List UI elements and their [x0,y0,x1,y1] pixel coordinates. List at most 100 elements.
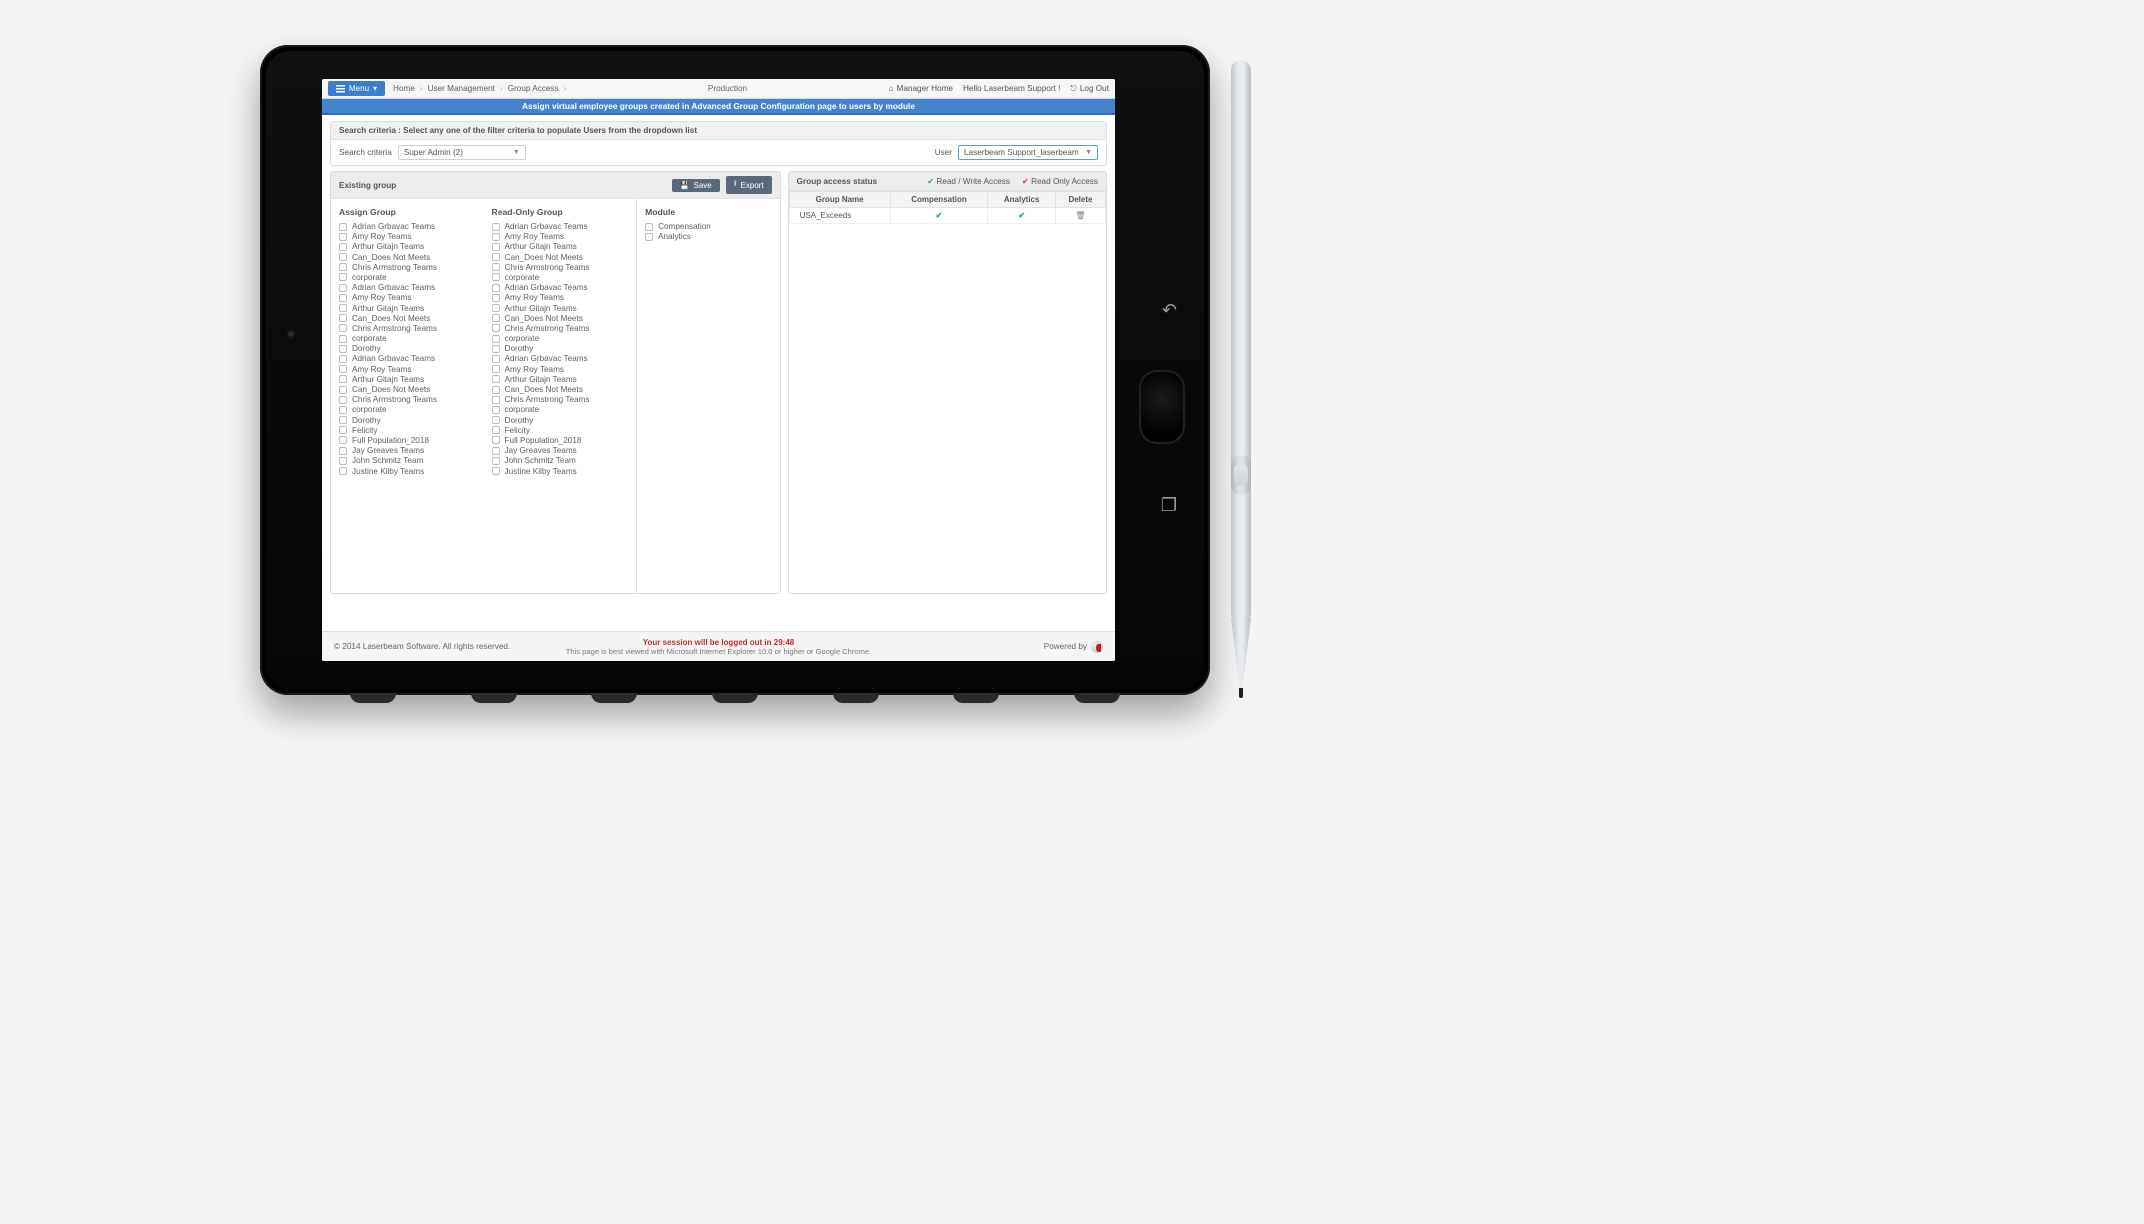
readonly-group-item[interactable]: Adrian Grbavac Teams [492,222,634,231]
search-criteria-select[interactable]: Super Admin (2) ▼ [398,145,526,160]
assign-group-item[interactable]: John Schmitz Team [339,456,481,465]
breadcrumb-group-access[interactable]: Group Access [508,84,559,93]
readonly-group-item[interactable]: Can_Does Not Meets [492,314,634,323]
checkbox-icon[interactable] [492,375,500,383]
readonly-group-item[interactable]: corporate [492,334,634,343]
checkbox-icon[interactable] [339,284,347,292]
checkbox-icon[interactable] [645,233,653,241]
checkbox-icon[interactable] [492,253,500,261]
menu-button[interactable]: Menu ▾ [328,81,385,96]
checkbox-icon[interactable] [339,345,347,353]
readonly-group-item[interactable]: Amy Roy Teams [492,293,634,302]
assign-group-item[interactable]: Arthur Gitajn Teams [339,304,481,313]
checkbox-icon[interactable] [492,304,500,312]
assign-group-item[interactable]: Dorothy [339,416,481,425]
assign-group-item[interactable]: Amy Roy Teams [339,365,481,374]
checkbox-icon[interactable] [645,223,653,231]
checkbox-icon[interactable] [492,467,500,475]
delete-icon[interactable]: 🗑 [1075,211,1085,220]
assign-group-item[interactable]: Chris Armstrong Teams [339,324,481,333]
checkbox-icon[interactable] [492,416,500,424]
readonly-group-item[interactable]: Chris Armstrong Teams [492,324,634,333]
assign-group-item[interactable]: Chris Armstrong Teams [339,263,481,272]
checkbox-icon[interactable] [339,396,347,404]
checkbox-icon[interactable] [339,355,347,363]
readonly-group-item[interactable]: Amy Roy Teams [492,232,634,241]
readonly-group-item[interactable]: Arthur Gitajn Teams [492,375,634,384]
readonly-group-item[interactable]: Chris Armstrong Teams [492,263,634,272]
checkbox-icon[interactable] [339,243,347,251]
checkbox-icon[interactable] [339,426,347,434]
assign-group-column[interactable]: Assign Group Adrian Grbavac TeamsAmy Roy… [331,199,484,591]
readonly-group-item[interactable]: Adrian Grbavac Teams [492,354,634,363]
checkbox-icon[interactable] [492,396,500,404]
save-button[interactable]: 💾 Save [672,179,720,192]
assign-group-item[interactable]: corporate [339,405,481,414]
assign-group-item[interactable]: Jay Greaves Teams [339,446,481,455]
readonly-group-item[interactable]: Arthur Gitajn Teams [492,242,634,251]
readonly-group-item[interactable]: Dorothy [492,344,634,353]
assign-group-item[interactable]: Amy Roy Teams [339,232,481,241]
checkbox-icon[interactable] [339,406,347,414]
readonly-group-item[interactable]: Dorothy [492,416,634,425]
breadcrumb-home[interactable]: Home [393,84,415,93]
checkbox-icon[interactable] [339,263,347,271]
assign-group-item[interactable]: Dorothy [339,344,481,353]
assign-group-item[interactable]: Can_Does Not Meets [339,314,481,323]
checkbox-icon[interactable] [339,447,347,455]
assign-group-item[interactable]: Adrian Grbavac Teams [339,222,481,231]
checkbox-icon[interactable] [339,294,347,302]
checkbox-icon[interactable] [492,284,500,292]
checkbox-icon[interactable] [339,365,347,373]
assign-group-item[interactable]: Justine Kilby Teams [339,467,481,476]
checkbox-icon[interactable] [339,314,347,322]
assign-group-item[interactable]: Chris Armstrong Teams [339,395,481,404]
checkbox-icon[interactable] [492,386,500,394]
checkbox-icon[interactable] [492,223,500,231]
readonly-group-item[interactable]: Jay Greaves Teams [492,446,634,455]
checkbox-icon[interactable] [492,233,500,241]
checkbox-icon[interactable] [339,324,347,332]
checkbox-icon[interactable] [492,243,500,251]
checkbox-icon[interactable] [339,457,347,465]
checkbox-icon[interactable] [339,253,347,261]
checkbox-icon[interactable] [339,436,347,444]
checkbox-icon[interactable] [492,273,500,281]
checkbox-icon[interactable] [492,436,500,444]
readonly-group-item[interactable]: Justine Kilby Teams [492,467,634,476]
checkbox-icon[interactable] [492,365,500,373]
checkbox-icon[interactable] [339,223,347,231]
checkbox-icon[interactable] [492,294,500,302]
readonly-group-item[interactable]: Felicity [492,426,634,435]
assign-group-item[interactable]: Can_Does Not Meets [339,253,481,262]
checkbox-icon[interactable] [339,416,347,424]
user-select[interactable]: Laserbeam Support_laserbeam ▼ [958,145,1098,160]
breadcrumb-user-management[interactable]: User Management [428,84,495,93]
assign-group-item[interactable]: Arthur Gitajn Teams [339,375,481,384]
assign-group-item[interactable]: Felicity [339,426,481,435]
checkbox-icon[interactable] [339,233,347,241]
assign-group-item[interactable]: Can_Does Not Meets [339,385,481,394]
readonly-group-item[interactable]: Full Population_2018 [492,436,634,445]
checkbox-icon[interactable] [339,467,347,475]
checkbox-icon[interactable] [492,335,500,343]
logout-link[interactable]: ⎋ Log Out [1070,84,1109,94]
readonly-group-item[interactable]: corporate [492,273,634,282]
checkbox-icon[interactable] [492,406,500,414]
assign-group-item[interactable]: corporate [339,334,481,343]
assign-group-item[interactable]: Amy Roy Teams [339,293,481,302]
checkbox-icon[interactable] [492,426,500,434]
readonly-group-item[interactable]: Can_Does Not Meets [492,385,634,394]
module-item[interactable]: Analytics [645,232,772,241]
checkbox-icon[interactable] [492,314,500,322]
assign-group-item[interactable]: Adrian Grbavac Teams [339,283,481,292]
export-button[interactable]: ⭱ Export [726,176,772,194]
checkbox-icon[interactable] [492,457,500,465]
assign-group-item[interactable]: Arthur Gitajn Teams [339,242,481,251]
checkbox-icon[interactable] [492,324,500,332]
readonly-group-item[interactable]: Adrian Grbavac Teams [492,283,634,292]
checkbox-icon[interactable] [492,263,500,271]
readonly-group-item[interactable]: John Schmitz Team [492,456,634,465]
manager-home-link[interactable]: ⌂ Manager Home [889,84,953,93]
checkbox-icon[interactable] [339,386,347,394]
